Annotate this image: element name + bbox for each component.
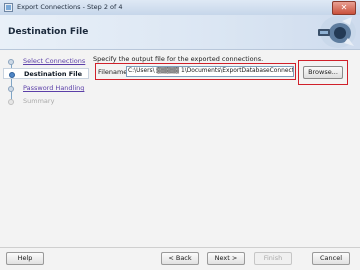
nav-item-select-connections[interactable]: Select Connections <box>3 56 89 67</box>
browse-button[interactable]: Browse... <box>303 66 343 79</box>
help-button[interactable]: Help <box>6 252 44 265</box>
step-dot-icon <box>9 72 15 78</box>
finish-button: Finish <box>254 252 292 265</box>
next-button[interactable]: Next > <box>207 252 245 265</box>
filename-label: Filename <box>98 68 128 76</box>
nav-item-label: Destination File <box>24 70 83 78</box>
window-title: Export Connections - Step 2 of 4 <box>17 3 123 11</box>
step-dot-icon <box>8 86 14 92</box>
nav-item-destination-file[interactable]: Destination File <box>3 68 89 79</box>
close-button[interactable]: ✕ <box>332 1 356 15</box>
instruction-text: Specify the output file for the exported… <box>93 55 264 63</box>
app-icon <box>4 3 13 12</box>
wizard-steps-nav: Select Connections Destination File Pass… <box>3 52 89 227</box>
footer-divider <box>0 247 360 248</box>
destination-file-panel: Specify the output file for the exported… <box>92 52 357 227</box>
wizard-header: Destination File <box>0 15 360 50</box>
nav-item-summary: Summary <box>3 96 89 107</box>
step-dot-icon <box>8 99 14 105</box>
nav-item-label[interactable]: Password Handling <box>23 84 84 92</box>
nav-item-label: Summary <box>23 97 55 105</box>
nav-item-password-handling[interactable]: Password Handling <box>3 83 89 94</box>
page-title: Destination File <box>8 27 89 37</box>
export-connections-dialog: Export Connections - Step 2 of 4 ✕ Desti… <box>0 0 360 270</box>
nav-item-label[interactable]: Select Connections <box>23 57 85 65</box>
cancel-button[interactable]: Cancel <box>312 252 350 265</box>
step-dot-icon <box>8 59 14 65</box>
filename-input[interactable]: C:\Users\ ▒▒▒▒▒ 1\Documents\ExportDataba… <box>126 66 294 77</box>
database-connections-graphic-icon <box>318 16 356 48</box>
title-bar[interactable]: Export Connections - Step 2 of 4 ✕ <box>0 0 360 16</box>
back-button[interactable]: < Back <box>161 252 199 265</box>
